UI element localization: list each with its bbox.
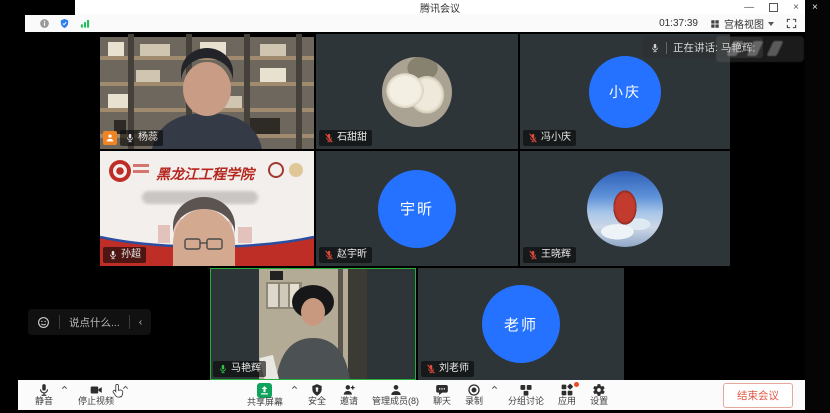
security-label: 安全 (308, 397, 326, 407)
apps-icon (560, 383, 574, 397)
apps-label: 应用 (558, 397, 576, 407)
meeting-toolbar: 静音 停止视频 共享屏幕 安全 邀请 管理成员(8) (18, 380, 805, 410)
record-icon (467, 383, 481, 397)
mic-muted-icon (528, 250, 538, 260)
mic-muted-icon (324, 133, 334, 143)
mic-on-icon (125, 133, 135, 143)
video-tile-participant-5[interactable]: 宇昕 赵宇昕 (316, 151, 518, 266)
mic-muted-icon (528, 133, 538, 143)
avatar-photo-cats (382, 57, 452, 127)
mic-speaking-icon (218, 364, 228, 374)
avatar-initials: 老师 (482, 285, 560, 363)
participant-name: 孙超 (121, 249, 141, 261)
participant-name: 刘老师 (439, 363, 469, 375)
chat-bubble-icon (435, 383, 449, 397)
breakout-rooms-button[interactable]: 分组讨论 (501, 380, 551, 410)
record-button[interactable]: 录制 (458, 380, 490, 410)
invite-button[interactable]: 邀请 (333, 380, 365, 410)
hand-cursor (110, 383, 125, 398)
end-meeting-button[interactable]: 结束会议 (723, 383, 793, 408)
participant-name: 王晓辉 (541, 249, 571, 261)
avatar-text: 小庆 (609, 82, 641, 102)
mute-button[interactable]: 静音 (28, 380, 60, 410)
participant-name: 马艳辉 (231, 363, 261, 375)
external-close-icon[interactable]: × (812, 2, 818, 13)
mic-options-chevron[interactable] (60, 377, 71, 413)
share-screen-label: 共享屏幕 (247, 398, 283, 408)
watermark-logo (716, 36, 804, 62)
view-mode-switcher[interactable]: 宫格视图 (710, 16, 774, 31)
meeting-duration: 01:37:39 (659, 18, 698, 29)
presenter-badge-icon (105, 133, 115, 143)
video-tile-participant-6[interactable]: 王晓辉 (520, 151, 730, 266)
breakout-label: 分组讨论 (508, 397, 544, 407)
gear-icon (592, 383, 606, 397)
mic-icon (37, 383, 51, 397)
campus-banner-text: 黑龙江工程学院 (156, 166, 257, 182)
stop-video-label: 停止视频 (78, 397, 114, 407)
divider (666, 42, 667, 54)
avatar-text: 老师 (504, 314, 538, 335)
avatar-initials: 小庆 (589, 56, 661, 128)
participant-name: 石甜甜 (337, 132, 367, 144)
notification-dot (574, 382, 579, 387)
settings-label: 设置 (590, 397, 608, 407)
network-signal-icon[interactable] (79, 18, 91, 29)
close-button[interactable]: × (793, 3, 799, 13)
view-mode-label: 宫格视图 (724, 16, 764, 31)
mic-on-icon (108, 250, 118, 260)
emoji-button[interactable] (28, 309, 59, 335)
quick-chat-bar[interactable]: 说点什么... ‹ (28, 309, 151, 335)
smiley-icon (37, 316, 50, 329)
video-tile-participant-1[interactable]: 杨蕊 (100, 34, 314, 149)
chevron-down-icon (768, 22, 774, 26)
security-button[interactable]: 安全 (301, 380, 333, 410)
apps-button[interactable]: 应用 (551, 380, 583, 410)
mic-muted-icon (426, 364, 436, 374)
share-screen-button[interactable]: 共享屏幕 (240, 380, 290, 410)
avatar-text: 宇昕 (400, 198, 434, 219)
presenter-badge (103, 131, 117, 145)
video-tile-participant-8[interactable]: 老师 刘老师 (418, 268, 624, 380)
chat-input-placeholder[interactable]: 说点什么... (60, 309, 129, 335)
video-tile-participant-4[interactable]: 黑龙江工程学院 孙超 (100, 151, 314, 266)
camera-icon (89, 383, 104, 397)
fullscreen-icon[interactable] (786, 18, 797, 29)
info-icon[interactable] (39, 18, 50, 29)
security-shield-icon (310, 383, 324, 397)
video-tile-participant-7-active-speaker[interactable]: 马艳辉 (210, 268, 416, 380)
collapse-chat-button[interactable]: ‹ (130, 309, 152, 335)
invite-label: 邀请 (340, 397, 358, 407)
mic-icon (650, 43, 660, 53)
members-icon (389, 383, 403, 397)
background-window-strip: × (805, 0, 830, 410)
record-options-chevron[interactable] (490, 377, 501, 413)
avatar-initials: 宇昕 (378, 170, 456, 248)
chat-label: 聊天 (433, 397, 451, 407)
participant-name: 杨蕊 (138, 132, 158, 144)
avatar-photo-artwork (587, 171, 663, 247)
video-tile-participant-2[interactable]: 石甜甜 (316, 34, 518, 149)
minimize-button[interactable]: — (744, 3, 754, 13)
grid-view-icon (710, 19, 720, 29)
participant-name: 冯小庆 (541, 132, 571, 144)
meeting-statusbar: 01:37:39 宫格视图 (25, 15, 805, 32)
participant-name: 赵宇昕 (337, 249, 367, 261)
chat-button[interactable]: 聊天 (426, 380, 458, 410)
record-label: 录制 (465, 397, 483, 407)
share-options-chevron[interactable] (290, 377, 301, 413)
restore-button[interactable] (769, 3, 778, 12)
protection-shield-icon[interactable] (59, 18, 70, 29)
invite-person-icon (342, 383, 356, 397)
settings-button[interactable]: 设置 (583, 380, 615, 410)
share-screen-icon (257, 383, 272, 398)
mute-label: 静音 (35, 397, 53, 407)
manage-members-button[interactable]: 管理成员(8) (365, 380, 426, 410)
breakout-squares-icon (519, 383, 533, 397)
window-titlebar: 腾讯会议 — × (75, 0, 805, 15)
members-label: 管理成员(8) (372, 397, 419, 407)
mic-muted-icon (324, 250, 334, 260)
window-title: 腾讯会议 (420, 0, 460, 15)
